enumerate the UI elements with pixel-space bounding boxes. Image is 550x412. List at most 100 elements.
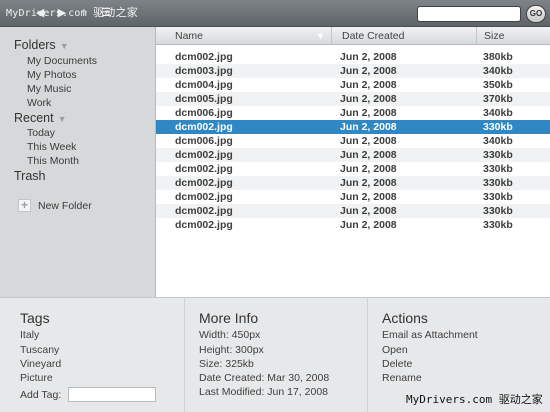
table-row[interactable]: dcm002.jpg Jun 2, 2008 330kb xyxy=(156,162,550,176)
plus-icon: + xyxy=(18,199,31,212)
file-size-cell: 330kb xyxy=(483,121,513,133)
sidebar-item-trash[interactable]: Trash xyxy=(14,169,46,183)
info-last-modified: Last Modified: Jun 17, 2008 xyxy=(199,386,329,398)
table-row[interactable]: dcm005.jpg Jun 2, 2008 370kb xyxy=(156,92,550,106)
file-name-cell: dcm002.jpg xyxy=(175,191,233,203)
list-view-icon[interactable]: ☰ xyxy=(99,6,113,20)
action-email-as-attachment[interactable]: Email as Attachment xyxy=(382,329,478,341)
more-info-heading: More Info xyxy=(199,310,259,326)
column-header-date[interactable]: Date Created xyxy=(342,30,404,42)
file-list-header: Name ▼ Date Created Size xyxy=(156,27,550,45)
action-open[interactable]: Open xyxy=(382,344,408,356)
file-name-cell: dcm002.jpg xyxy=(175,121,233,133)
sidebar-item-my-music[interactable]: My Music xyxy=(27,83,71,95)
file-size-cell: 340kb xyxy=(483,135,513,147)
tag-item[interactable]: Italy xyxy=(20,329,39,341)
sidebar-item-this-week[interactable]: This Week xyxy=(27,141,76,153)
column-divider[interactable] xyxy=(476,27,477,45)
column-divider[interactable] xyxy=(331,27,332,45)
sidebar-heading-folders[interactable]: Folders ▼ xyxy=(14,38,69,52)
file-size-cell: 330kb xyxy=(483,177,513,189)
table-row[interactable]: dcm004.jpg Jun 2, 2008 350kb xyxy=(156,78,550,92)
file-size-cell: 330kb xyxy=(483,149,513,161)
file-size-cell: 330kb xyxy=(483,205,513,217)
action-rename[interactable]: Rename xyxy=(382,372,422,384)
disclosure-triangle-icon[interactable]: ▼ xyxy=(58,114,67,124)
date-created-cell: Jun 2, 2008 xyxy=(340,205,397,217)
add-tag-label: Add Tag: xyxy=(20,389,62,401)
date-created-cell: Jun 2, 2008 xyxy=(340,191,397,203)
info-height: Height: 300px xyxy=(199,344,264,356)
sidebar-item-my-documents[interactable]: My Documents xyxy=(27,55,97,67)
table-row[interactable]: dcm006.jpg Jun 2, 2008 340kb xyxy=(156,106,550,120)
table-row[interactable]: dcm002.jpg Jun 2, 2008 330kb xyxy=(156,218,550,232)
file-size-cell: 340kb xyxy=(483,107,513,119)
date-created-cell: Jun 2, 2008 xyxy=(340,79,397,91)
watermark-text-cn: 驱动之家 xyxy=(498,393,543,406)
sidebar-item-work[interactable]: Work xyxy=(27,97,51,109)
file-size-cell: 330kb xyxy=(483,219,513,231)
date-created-cell: Jun 2, 2008 xyxy=(340,163,397,175)
table-row[interactable]: dcm002.jpg Jun 2, 2008 330kb xyxy=(156,120,550,134)
info-size: Size: 325kb xyxy=(199,358,254,370)
sidebar-heading-recent[interactable]: Recent ▼ xyxy=(14,111,67,125)
column-header-name[interactable]: Name xyxy=(175,30,203,42)
sidebar-item-this-month[interactable]: This Month xyxy=(27,155,79,167)
toolbar-icons: ◀ ▶ ⁘ ☰ xyxy=(33,6,113,20)
folders-heading-label: Folders xyxy=(14,38,56,52)
disclosure-triangle-icon[interactable]: ▼ xyxy=(60,41,69,51)
date-created-cell: Jun 2, 2008 xyxy=(340,135,397,147)
tag-item[interactable]: Picture xyxy=(20,372,53,384)
file-name-cell: dcm002.jpg xyxy=(175,163,233,175)
file-rows: dcm002.jpg Jun 2, 2008 380kb dcm003.jpg Jun … xyxy=(156,50,550,232)
file-size-cell: 350kb xyxy=(483,79,513,91)
file-name-cell: dcm002.jpg xyxy=(175,219,233,231)
tag-item[interactable]: Tuscany xyxy=(20,344,59,356)
table-row[interactable]: dcm002.jpg Jun 2, 2008 380kb xyxy=(156,50,550,64)
file-name-cell: dcm002.jpg xyxy=(175,149,233,161)
back-icon[interactable]: ◀ xyxy=(33,6,47,20)
tag-item[interactable]: Vineyard xyxy=(20,358,61,370)
top-toolbar: MyDrivers.com 驱动之家 ◀ ▶ ⁘ ☰ GO xyxy=(0,0,550,27)
info-width: Width: 450px xyxy=(199,329,261,341)
sidebar-item-today[interactable]: Today xyxy=(27,127,55,139)
file-name-cell: dcm004.jpg xyxy=(175,79,233,91)
date-created-cell: Jun 2, 2008 xyxy=(340,121,397,133)
file-name-cell: dcm006.jpg xyxy=(175,107,233,119)
file-size-cell: 370kb xyxy=(483,93,513,105)
watermark-text: MyDrivers.com xyxy=(406,393,493,406)
file-name-cell: dcm002.jpg xyxy=(175,205,233,217)
table-row[interactable]: dcm002.jpg Jun 2, 2008 330kb xyxy=(156,204,550,218)
new-folder-label: New Folder xyxy=(38,199,92,212)
table-row[interactable]: dcm003.jpg Jun 2, 2008 340kb xyxy=(156,64,550,78)
add-tag-input[interactable] xyxy=(68,387,156,402)
file-size-cell: 340kb xyxy=(483,65,513,77)
watermark-bottom: MyDrivers.com 驱动之家 xyxy=(406,391,543,407)
file-name-cell: dcm003.jpg xyxy=(175,65,233,77)
more-info-section: More Info Width: 450px Height: 300px Siz… xyxy=(184,298,367,412)
search-input[interactable] xyxy=(417,6,521,22)
file-name-cell: dcm006.jpg xyxy=(175,135,233,147)
table-row[interactable]: dcm002.jpg Jun 2, 2008 330kb xyxy=(156,176,550,190)
go-button[interactable]: GO xyxy=(526,5,546,23)
sort-descending-icon[interactable]: ▼ xyxy=(316,31,325,41)
file-size-cell: 330kb xyxy=(483,163,513,175)
file-name-cell: dcm005.jpg xyxy=(175,93,233,105)
date-created-cell: Jun 2, 2008 xyxy=(340,177,397,189)
date-created-cell: Jun 2, 2008 xyxy=(340,149,397,161)
play-icon[interactable]: ▶ xyxy=(55,6,69,20)
file-name-cell: dcm002.jpg xyxy=(175,51,233,63)
new-folder-button[interactable]: + New Folder xyxy=(18,199,92,212)
grid-view-icon[interactable]: ⁘ xyxy=(77,6,91,20)
date-created-cell: Jun 2, 2008 xyxy=(340,219,397,231)
tags-heading: Tags xyxy=(20,310,50,326)
date-created-cell: Jun 2, 2008 xyxy=(340,51,397,63)
sidebar-item-my-photos[interactable]: My Photos xyxy=(27,69,77,81)
sidebar: Folders ▼ My Documents My Photos My Music… xyxy=(0,27,156,297)
column-header-size[interactable]: Size xyxy=(484,30,504,42)
table-row[interactable]: dcm002.jpg Jun 2, 2008 330kb xyxy=(156,148,550,162)
table-row[interactable]: dcm002.jpg Jun 2, 2008 330kb xyxy=(156,190,550,204)
action-delete[interactable]: Delete xyxy=(382,358,412,370)
table-row[interactable]: dcm006.jpg Jun 2, 2008 340kb xyxy=(156,134,550,148)
file-list: Name ▼ Date Created Size dcm002.jpg Jun 2… xyxy=(156,27,550,297)
